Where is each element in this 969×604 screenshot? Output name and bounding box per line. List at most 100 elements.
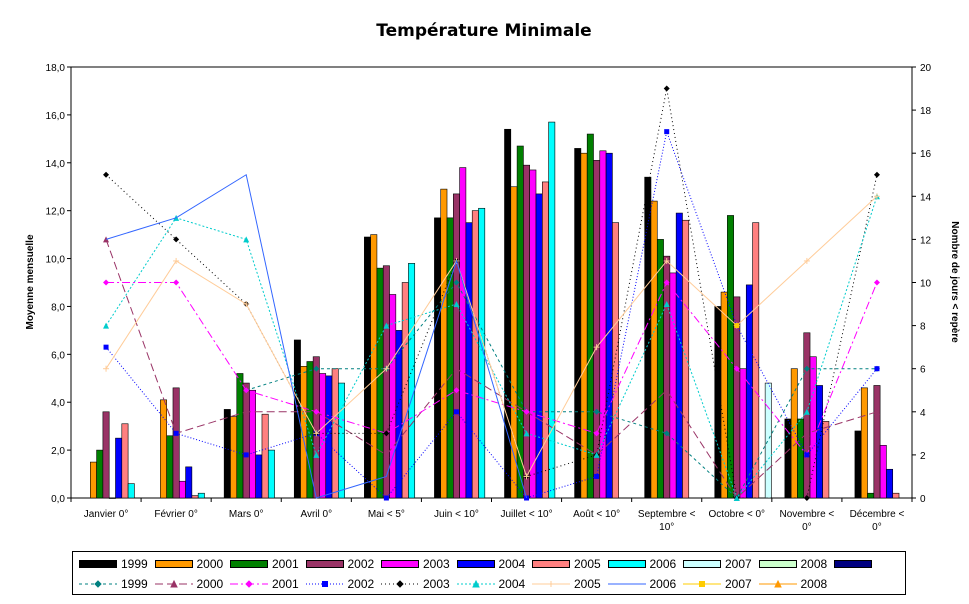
legend-label: 1999: [121, 577, 148, 591]
bar: [873, 385, 881, 499]
bar: [593, 160, 601, 499]
legend-item-line: 2005: [532, 574, 601, 594]
x-tick-label: Juillet < 10°: [500, 509, 552, 520]
y-axis-label: Moyenne mensuelle: [25, 234, 36, 329]
y-tick-label: 6,0: [51, 350, 65, 361]
legend-item-bar: 2007: [683, 554, 752, 574]
chart-title: Température Minimale: [376, 21, 591, 41]
bar: [879, 445, 887, 499]
series-line: [105, 195, 878, 478]
y2-tick-label: 0: [920, 494, 926, 505]
line-point: [873, 279, 880, 286]
bar: [440, 188, 448, 499]
legend-label: 2008: [800, 557, 828, 571]
legend-label: 2003: [423, 577, 450, 591]
legend-item-bar: 2006: [607, 554, 677, 574]
bar: [541, 181, 549, 499]
bar: [267, 449, 275, 499]
legend-label: 2007: [725, 557, 752, 571]
bar: [230, 416, 238, 499]
bar: [669, 272, 677, 499]
legend-label: 2002: [347, 557, 375, 571]
legend-swatch: [532, 560, 570, 568]
bar: [319, 373, 327, 499]
legend-label: 2000: [196, 557, 224, 571]
line-point: [873, 171, 880, 178]
x-tick-label: Janvier 0°: [84, 509, 129, 520]
bar: [312, 356, 320, 499]
bar: [727, 215, 734, 499]
bar: [453, 193, 460, 499]
y2-tick-label: 4: [920, 408, 926, 419]
legend-item-line: 2008: [758, 574, 827, 594]
bar: [797, 418, 805, 499]
bar: [644, 176, 652, 499]
line-point: [734, 323, 740, 329]
bar: [185, 466, 193, 499]
y-tick-label: 18,0: [46, 63, 66, 74]
bar: [127, 483, 135, 499]
bar: [465, 222, 473, 499]
line-point: [103, 279, 110, 286]
y-tick-label: 10,0: [46, 255, 66, 266]
legend-item-bar: 2001: [230, 554, 299, 574]
x-tick-label: Septembre <10°: [638, 509, 696, 533]
bar: [236, 373, 244, 499]
line-point: [663, 85, 670, 92]
chart: Température Minimale Moyenne mensuelle N…: [25, 21, 960, 533]
legend-label: 2006: [649, 577, 677, 591]
legend-label: 2006: [649, 557, 677, 571]
legend-swatch: [79, 560, 117, 568]
bar: [255, 454, 263, 499]
bar: [739, 368, 747, 499]
plot-area: 0,0 2,0 4,0 6,0 8,0 10,0 12,0 14,0 16,0 18,0 0 2 4 6 8…: [46, 63, 932, 533]
bar: [370, 234, 378, 499]
line-point: [103, 171, 110, 178]
y2-tick-label: 6: [920, 365, 926, 376]
line-point: [453, 409, 459, 415]
legend-label: 2007: [725, 577, 752, 591]
bar: [816, 385, 823, 499]
bar: [656, 239, 664, 499]
bar: [510, 186, 518, 499]
line-point: [173, 279, 180, 286]
bar: [249, 389, 256, 499]
bar: [325, 375, 333, 499]
legend-label: 2005: [574, 557, 601, 571]
bar: [121, 423, 129, 499]
bar: [822, 421, 830, 499]
legend-label: 2000: [196, 577, 224, 591]
x-tick-label: Octobre < 0°: [709, 509, 766, 520]
legend-line-swatch: [532, 581, 570, 587]
bar: [516, 145, 524, 499]
bar: [178, 480, 186, 499]
legend-swatch: [230, 560, 268, 568]
bar: [764, 382, 772, 499]
bar: [854, 430, 862, 499]
legend-label: 2001: [272, 577, 299, 591]
legend-item-bar: 2004: [456, 554, 525, 574]
bar: [586, 133, 594, 499]
legend-line-swatch: [607, 583, 646, 585]
bar: [605, 152, 613, 499]
bar: [752, 222, 760, 499]
bar: [261, 413, 269, 499]
bar: [434, 217, 442, 499]
bar: [223, 409, 231, 499]
legend-swatch: [381, 560, 419, 568]
x-tick-label: Février 0°: [154, 509, 197, 520]
bar: [892, 492, 900, 499]
bar: [108, 497, 116, 499]
bar: [790, 368, 798, 499]
bar: [745, 284, 753, 499]
line-point: [173, 430, 179, 436]
bar: [860, 387, 868, 499]
y2-tick-label: 18: [920, 106, 932, 117]
bar: [867, 492, 875, 499]
line-point: [874, 366, 880, 372]
bar: [886, 468, 894, 499]
y-tick-label: 14,0: [46, 159, 66, 170]
line-point: [103, 344, 109, 350]
legend-line-swatch: [305, 581, 344, 587]
bar: [197, 492, 205, 499]
